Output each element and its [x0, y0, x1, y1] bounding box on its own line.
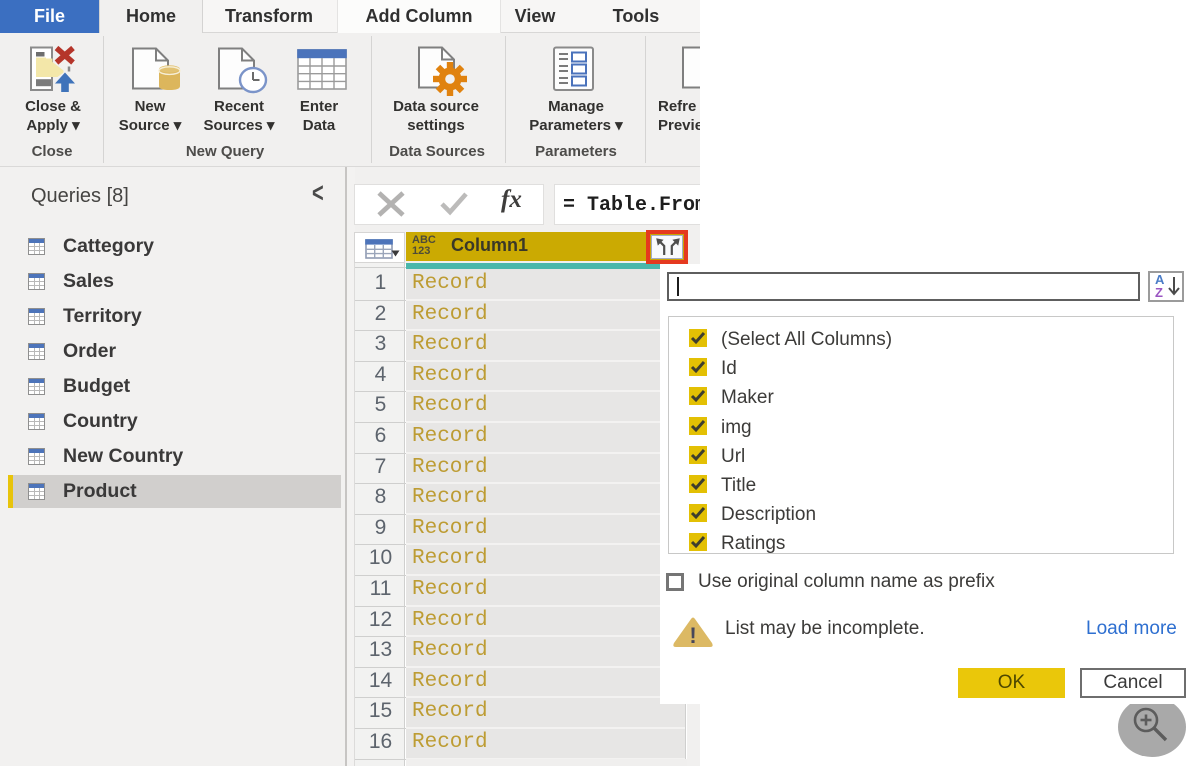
svg-text:!: !	[689, 623, 696, 648]
